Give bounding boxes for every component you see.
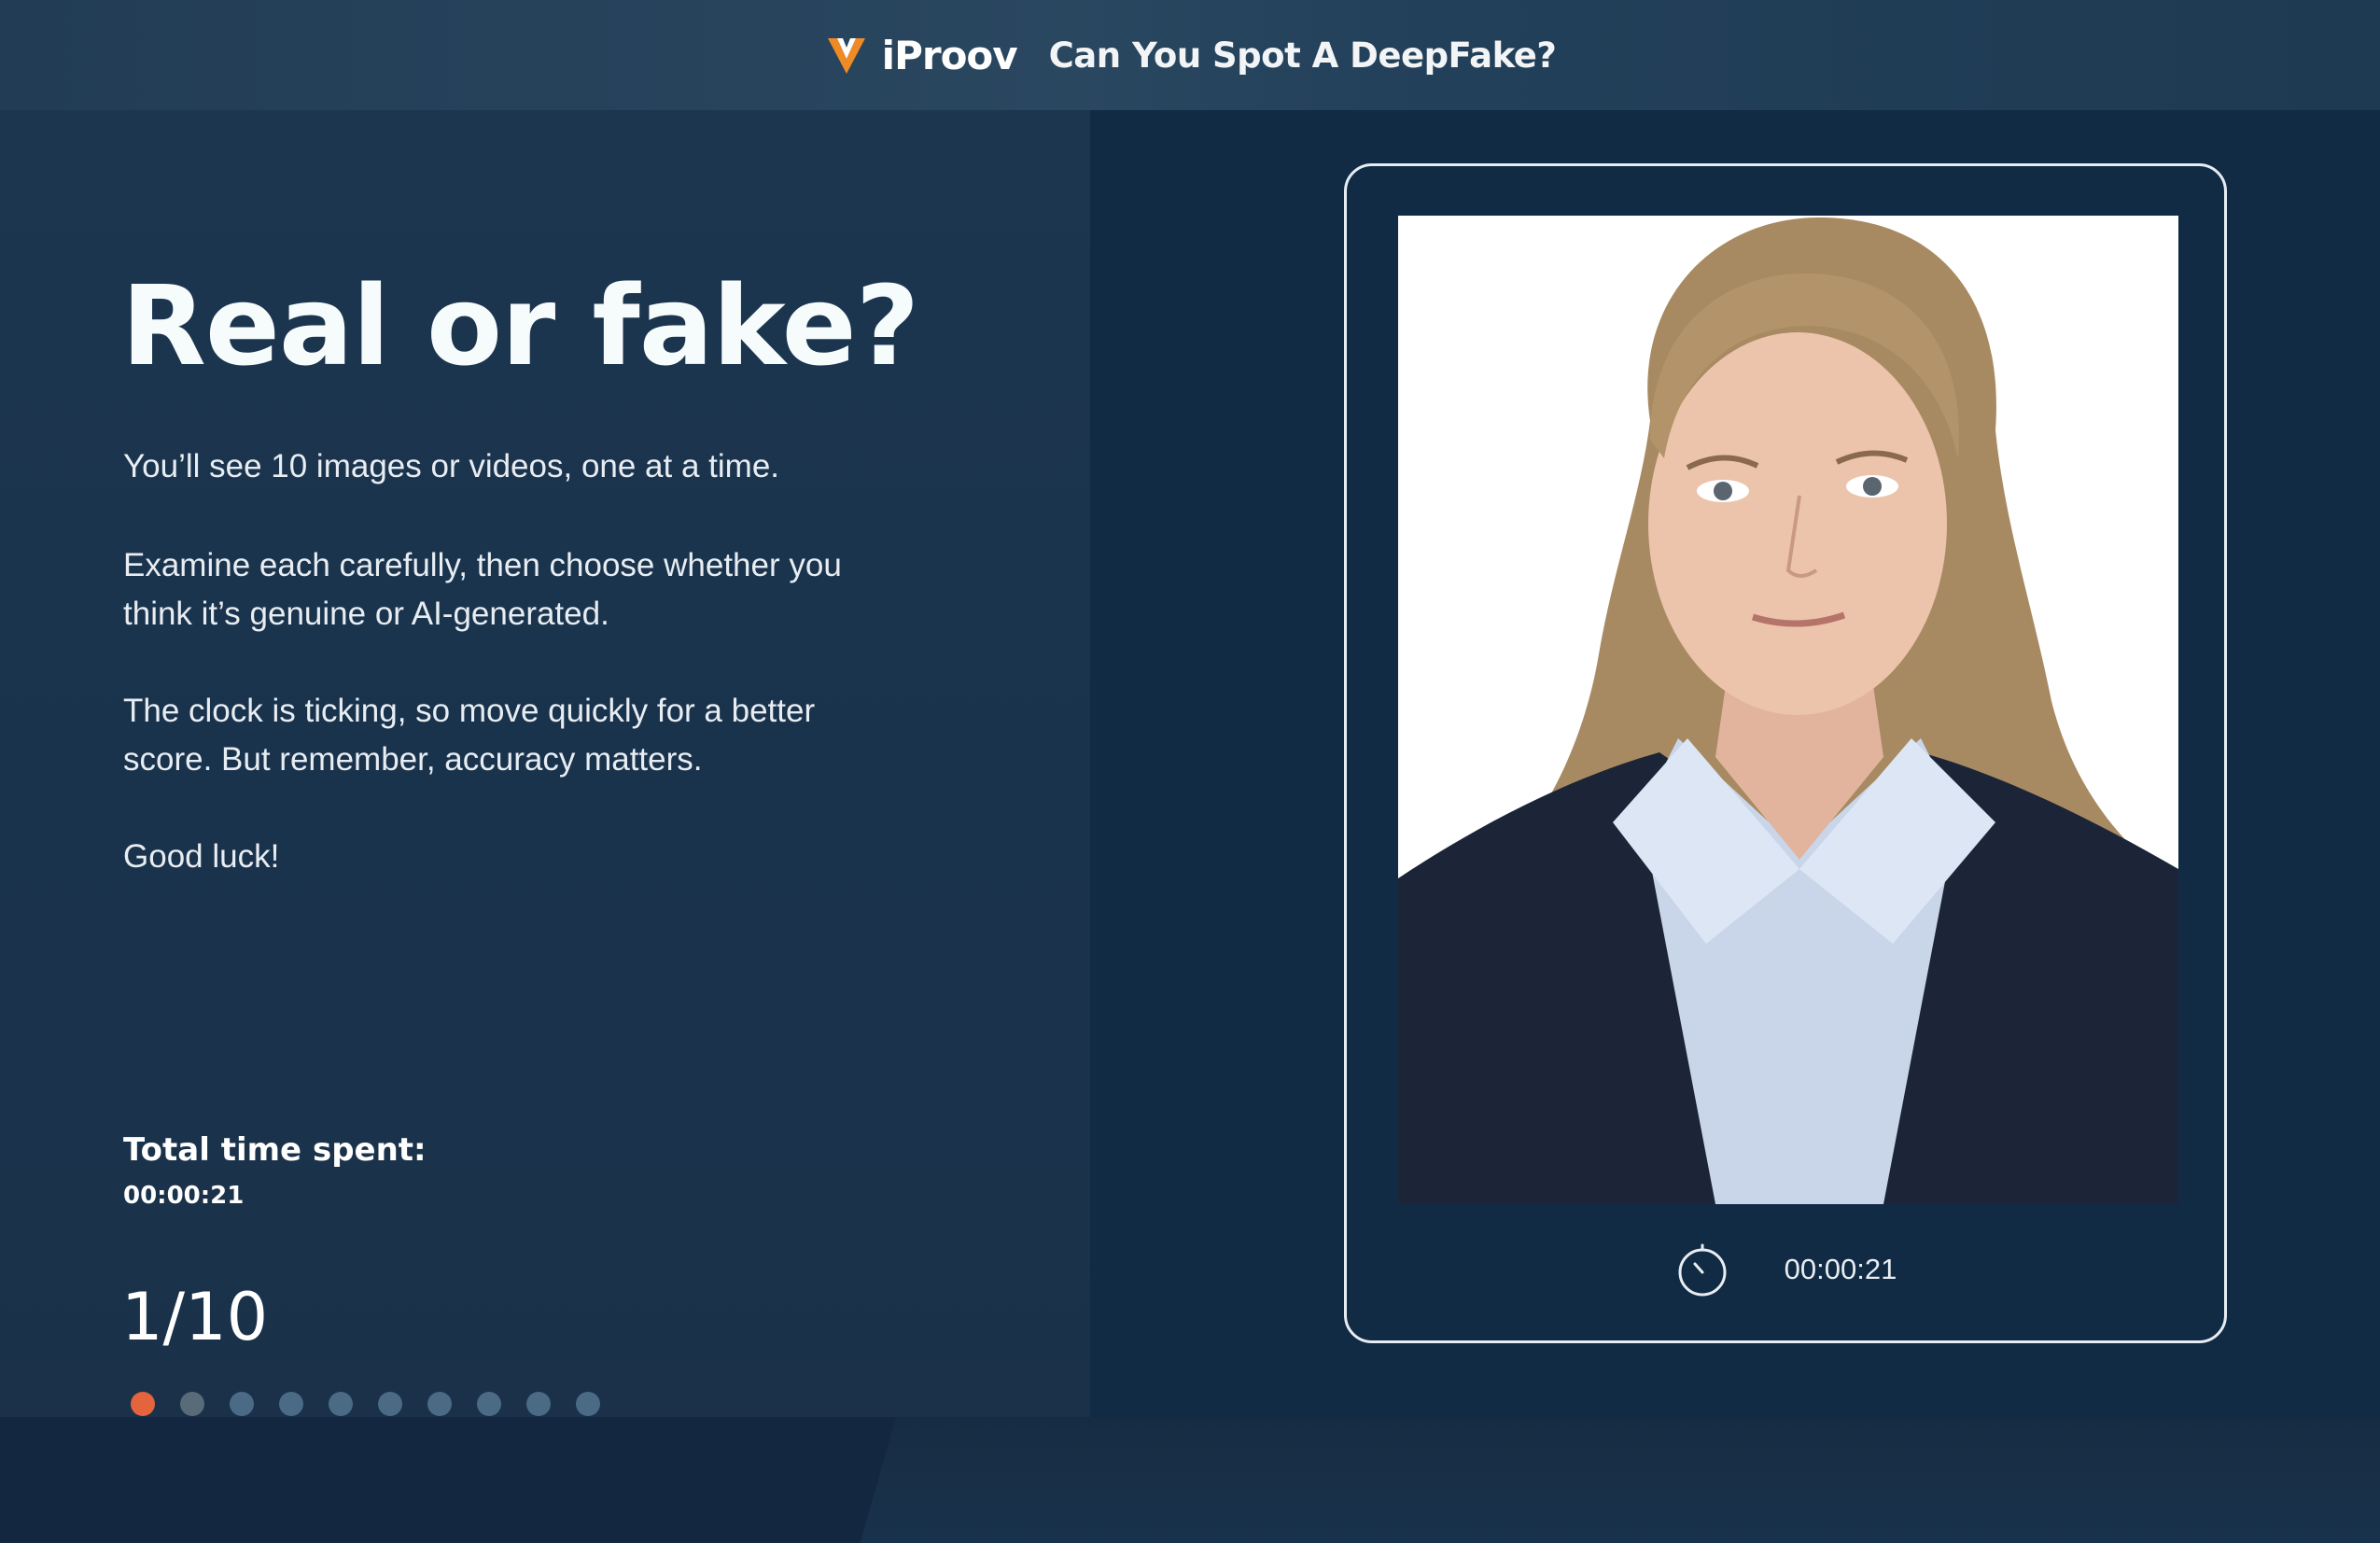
progress-dot	[279, 1392, 303, 1416]
intro-paragraph-3: The clock is ticking, so move quickly fo…	[123, 693, 816, 778]
total-time-value: 00:00:21	[123, 1182, 245, 1210]
progress-dot	[576, 1392, 600, 1416]
card-timer: 00:00:21	[1347, 1241, 2224, 1298]
progress-dot	[378, 1392, 402, 1416]
progress-dots	[131, 1392, 600, 1416]
intro-paragraph-4: Good luck!	[123, 838, 280, 875]
bottom-strip-left	[0, 1417, 896, 1543]
progress-counter: 1/10	[121, 1279, 269, 1355]
intro-paragraph-1: You’ll see 10 images or videos, one at a…	[123, 448, 780, 484]
brand-name: iProov	[881, 32, 1018, 78]
progress-dot	[180, 1392, 204, 1416]
progress-dot	[427, 1392, 452, 1416]
portrait-illustration	[1398, 216, 2178, 1204]
intro-paragraph-2: Examine each carefully, then choose whet…	[123, 547, 842, 632]
progress-dot	[131, 1392, 155, 1416]
stopwatch-icon	[1678, 1243, 1727, 1297]
progress-dot	[526, 1392, 551, 1416]
iproov-logo-icon	[827, 38, 865, 74]
total-time-label: Total time spent:	[123, 1131, 427, 1169]
progress-dot	[477, 1392, 501, 1416]
media-card: 00:00:21	[1344, 163, 2227, 1343]
card-timer-value: 00:00:21	[1784, 1253, 1897, 1285]
progress-dot	[230, 1392, 254, 1416]
brand-logo[interactable]: iProov	[824, 32, 1018, 78]
page-heading: Can You Spot A DeepFake?	[1048, 35, 1557, 76]
progress-dot	[329, 1392, 353, 1416]
portrait-image	[1398, 216, 2178, 1204]
top-bar: iProov Can You Spot A DeepFake?	[0, 0, 2380, 110]
page-title: Real or fake?	[121, 261, 919, 390]
